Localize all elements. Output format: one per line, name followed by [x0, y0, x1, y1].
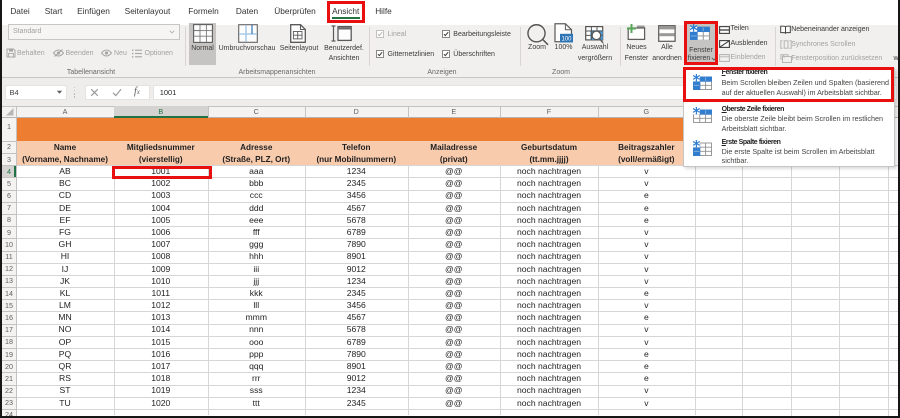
svg-text:100: 100: [561, 37, 572, 43]
